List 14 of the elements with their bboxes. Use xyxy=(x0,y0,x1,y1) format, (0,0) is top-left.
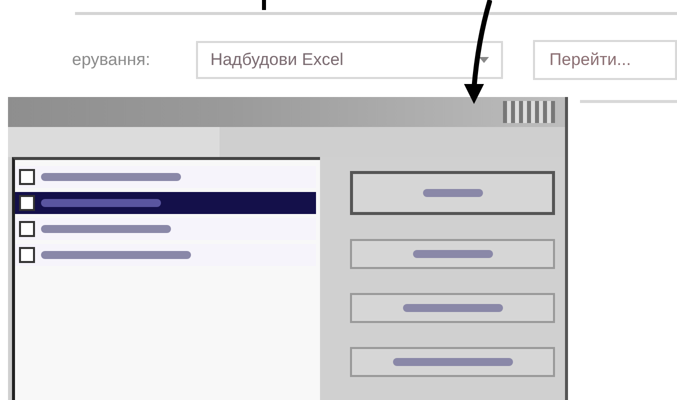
manage-dropdown[interactable]: Надбудови Excel xyxy=(196,41,504,79)
checkbox-icon[interactable] xyxy=(19,247,35,263)
checkbox-icon[interactable] xyxy=(19,221,35,237)
dialog-button[interactable] xyxy=(350,239,555,269)
dialog-button[interactable] xyxy=(350,347,555,377)
dialog-button[interactable] xyxy=(350,293,555,323)
checkbox-icon[interactable] xyxy=(19,195,35,211)
list-item[interactable] xyxy=(15,192,316,214)
caret-icon xyxy=(479,57,490,63)
blurred-text xyxy=(422,189,482,197)
checkbox-icon[interactable] xyxy=(19,169,35,185)
manage-label: ерування: xyxy=(72,50,152,70)
dialog-button[interactable] xyxy=(350,171,555,215)
go-button[interactable]: Перейти... xyxy=(533,40,677,80)
